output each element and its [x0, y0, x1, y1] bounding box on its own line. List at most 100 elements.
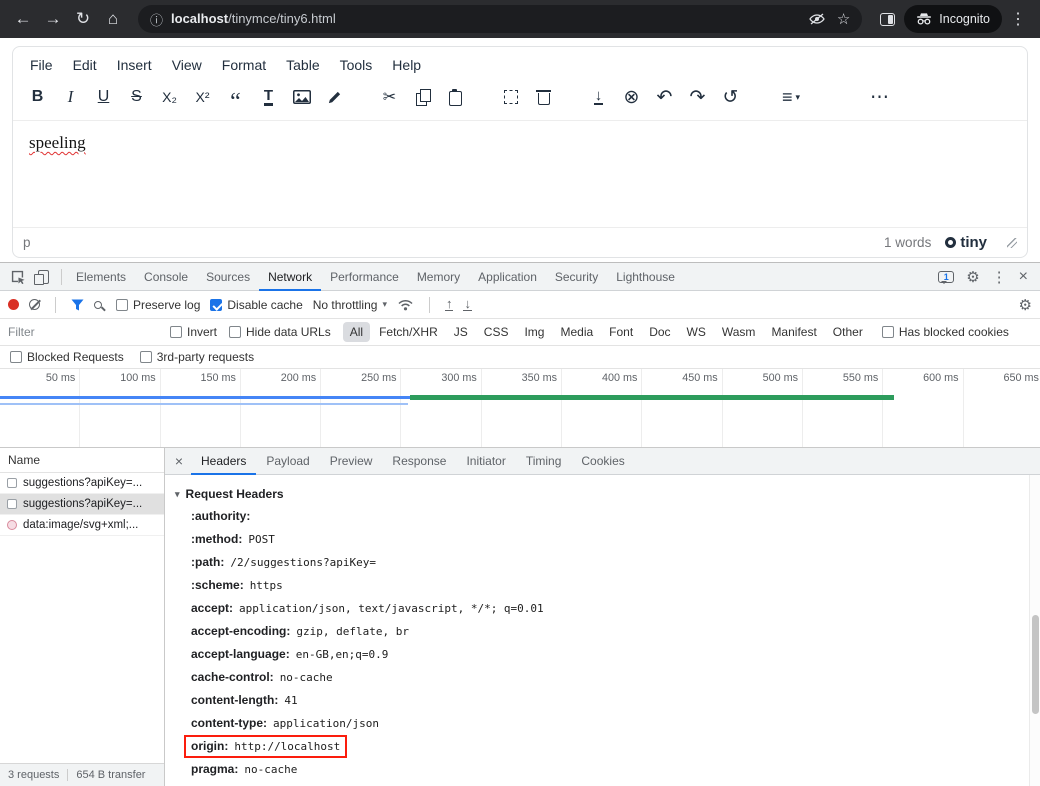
subscript-button[interactable]: X₂	[153, 82, 186, 112]
tab-lighthouse[interactable]: Lighthouse	[607, 263, 684, 291]
cancel-button[interactable]: ⊗	[615, 82, 648, 112]
address-bar[interactable]: ⓘ localhost/tinymce/tiny6.html ☆	[138, 5, 862, 33]
pill-css[interactable]: CSS	[477, 322, 516, 342]
pill-fetch-xhr[interactable]: Fetch/XHR	[372, 322, 445, 342]
pill-other[interactable]: Other	[826, 322, 870, 342]
bookmark-star-icon[interactable]: ☆	[837, 10, 850, 28]
reload-icon[interactable]: ↻	[70, 6, 96, 32]
inspect-element-icon[interactable]	[4, 264, 30, 290]
editor-content[interactable]: speeling	[13, 121, 1027, 227]
resize-handle[interactable]	[1007, 238, 1017, 248]
cut-button[interactable]: ✂	[373, 82, 406, 112]
tab-elements[interactable]: Elements	[67, 263, 135, 291]
devtools-menu-icon[interactable]: ⋮	[992, 268, 1007, 286]
format-painter-button[interactable]: T	[252, 82, 285, 112]
invert-checkbox[interactable]	[170, 326, 182, 338]
request-headers-section[interactable]: ▾ Request Headers	[175, 483, 1020, 505]
tab-sources[interactable]: Sources	[197, 263, 259, 291]
word-count[interactable]: 1 words	[884, 235, 931, 250]
select-all-button[interactable]	[494, 82, 527, 112]
tab-memory[interactable]: Memory	[408, 263, 469, 291]
devtools-close-icon[interactable]: ×	[1019, 268, 1028, 286]
pill-manifest[interactable]: Manifest	[764, 322, 823, 342]
site-info-icon[interactable]: ⓘ	[150, 10, 163, 29]
tab-headers[interactable]: Headers	[191, 448, 256, 475]
tab-security[interactable]: Security	[546, 263, 607, 291]
delete-button[interactable]	[527, 82, 560, 112]
tab-preview[interactable]: Preview	[320, 448, 383, 475]
third-party-control[interactable]: 3rd-party requests	[140, 350, 254, 364]
misspelled-word[interactable]: speeling	[29, 133, 86, 152]
invert-control[interactable]: Invert	[170, 325, 217, 339]
preserve-log-control[interactable]: Preserve log	[116, 298, 200, 312]
copy-button[interactable]	[406, 82, 439, 112]
network-conditions-icon[interactable]	[397, 298, 414, 311]
blockquote-button[interactable]: “	[219, 82, 252, 112]
menu-insert[interactable]: Insert	[108, 53, 161, 77]
network-settings-gear-icon[interactable]: ⚙	[1019, 296, 1032, 314]
has-blocked-cookies-checkbox[interactable]	[882, 326, 894, 338]
disable-cache-checkbox[interactable]	[210, 299, 222, 311]
tab-performance[interactable]: Performance	[321, 263, 408, 291]
export-button[interactable]: ↓	[582, 82, 615, 112]
blocked-requests-control[interactable]: Blocked Requests	[10, 350, 124, 364]
scrollbar[interactable]	[1029, 475, 1040, 786]
menu-view[interactable]: View	[163, 53, 211, 77]
has-blocked-cookies-control[interactable]: Has blocked cookies	[882, 325, 1009, 339]
record-button[interactable]	[8, 299, 19, 310]
pill-js[interactable]: JS	[447, 322, 475, 342]
pill-all[interactable]: All	[343, 322, 370, 342]
request-row[interactable]: data:image/svg+xml;...	[0, 515, 164, 536]
request-row-selected[interactable]: suggestions?apiKey=...	[0, 494, 164, 515]
split-view-icon[interactable]	[874, 6, 900, 32]
pill-img[interactable]: Img	[517, 322, 551, 342]
pill-wasm[interactable]: Wasm	[715, 322, 763, 342]
throttling-select[interactable]: No throttling ▾	[313, 298, 387, 312]
underline-button[interactable]: U	[87, 82, 120, 112]
back-icon[interactable]: ←	[10, 6, 36, 32]
restore-draft-button[interactable]: ↺	[714, 82, 747, 112]
undo-button[interactable]: ↶	[648, 82, 681, 112]
bold-button[interactable]: B	[21, 82, 54, 112]
element-path[interactable]: p	[23, 235, 31, 250]
menu-tools[interactable]: Tools	[331, 53, 382, 77]
strikethrough-button[interactable]: S	[120, 82, 153, 112]
device-toolbar-icon[interactable]	[30, 264, 56, 290]
pill-doc[interactable]: Doc	[642, 322, 677, 342]
export-har-icon[interactable]: ↓	[463, 298, 472, 311]
third-party-checkbox[interactable]	[140, 351, 152, 363]
tab-application[interactable]: Application	[469, 263, 546, 291]
clear-icon[interactable]	[29, 299, 40, 310]
network-timeline-overview[interactable]: 50 ms 100 ms 150 ms 200 ms 250 ms 300 ms…	[0, 369, 1040, 448]
menu-help[interactable]: Help	[383, 53, 430, 77]
pill-font[interactable]: Font	[602, 322, 640, 342]
tab-timing[interactable]: Timing	[516, 448, 572, 475]
pill-media[interactable]: Media	[553, 322, 600, 342]
tiny-brand[interactable]: tiny	[945, 234, 987, 251]
eye-off-icon[interactable]	[809, 13, 825, 25]
hide-data-urls-checkbox[interactable]	[229, 326, 241, 338]
more-options-button[interactable]: ⋯	[863, 82, 896, 112]
menu-file[interactable]: File	[21, 53, 62, 77]
menu-edit[interactable]: Edit	[64, 53, 106, 77]
italic-button[interactable]: I	[54, 82, 87, 112]
preserve-log-checkbox[interactable]	[116, 299, 128, 311]
insert-image-button[interactable]	[285, 82, 318, 112]
filter-input[interactable]	[8, 325, 158, 339]
superscript-button[interactable]: X²	[186, 82, 219, 112]
menu-format[interactable]: Format	[213, 53, 275, 77]
redo-button[interactable]: ↷	[681, 82, 714, 112]
tab-initiator[interactable]: Initiator	[456, 448, 515, 475]
blocked-requests-checkbox[interactable]	[10, 351, 22, 363]
hide-data-urls-control[interactable]: Hide data URLs	[229, 325, 331, 339]
close-details-icon[interactable]: ×	[167, 453, 191, 469]
issues-icon[interactable]: 1	[938, 271, 954, 283]
forward-icon[interactable]: →	[40, 6, 66, 32]
settings-gear-icon[interactable]: ⚙	[966, 268, 979, 286]
permanent-pen-button[interactable]	[318, 82, 351, 112]
search-icon[interactable]	[94, 301, 102, 309]
disable-cache-control[interactable]: Disable cache	[210, 298, 302, 312]
request-row[interactable]: suggestions?apiKey=...	[0, 473, 164, 494]
scrollbar-thumb[interactable]	[1032, 615, 1039, 715]
import-har-icon[interactable]: ↑	[445, 298, 454, 311]
